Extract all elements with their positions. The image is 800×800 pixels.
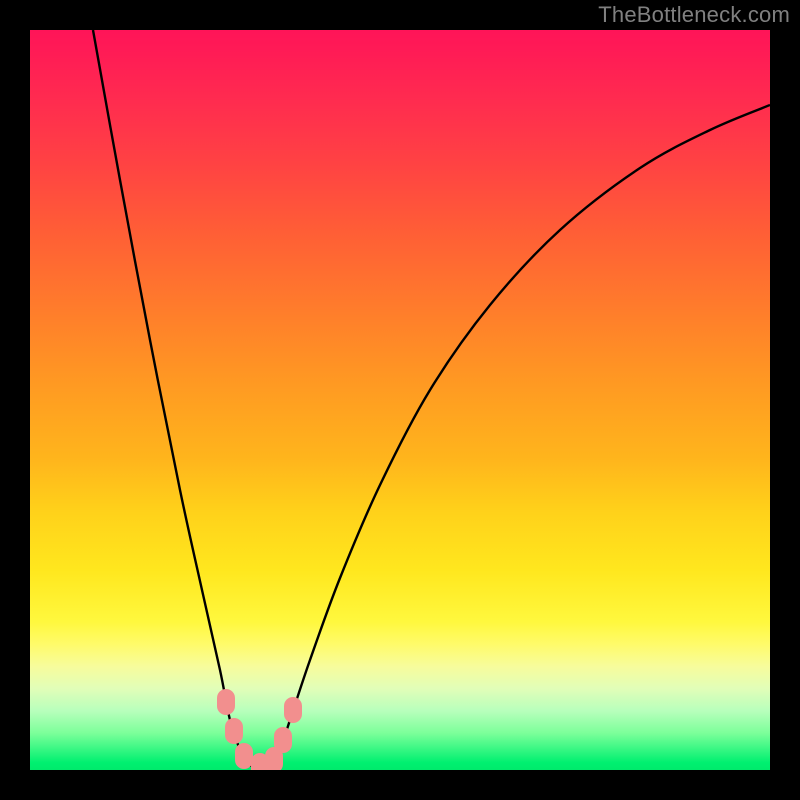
chart-frame: TheBottleneck.com — [0, 0, 800, 800]
watermark-text: TheBottleneck.com — [598, 2, 790, 28]
curve-marker — [274, 727, 292, 753]
curve-marker — [217, 689, 235, 715]
plot-area — [30, 30, 770, 770]
curve-marker — [284, 697, 302, 723]
curve-right-arm — [272, 105, 770, 765]
curve-marker — [225, 718, 243, 744]
curve-left-arm — [93, 30, 247, 765]
bottleneck-curve — [30, 30, 770, 770]
